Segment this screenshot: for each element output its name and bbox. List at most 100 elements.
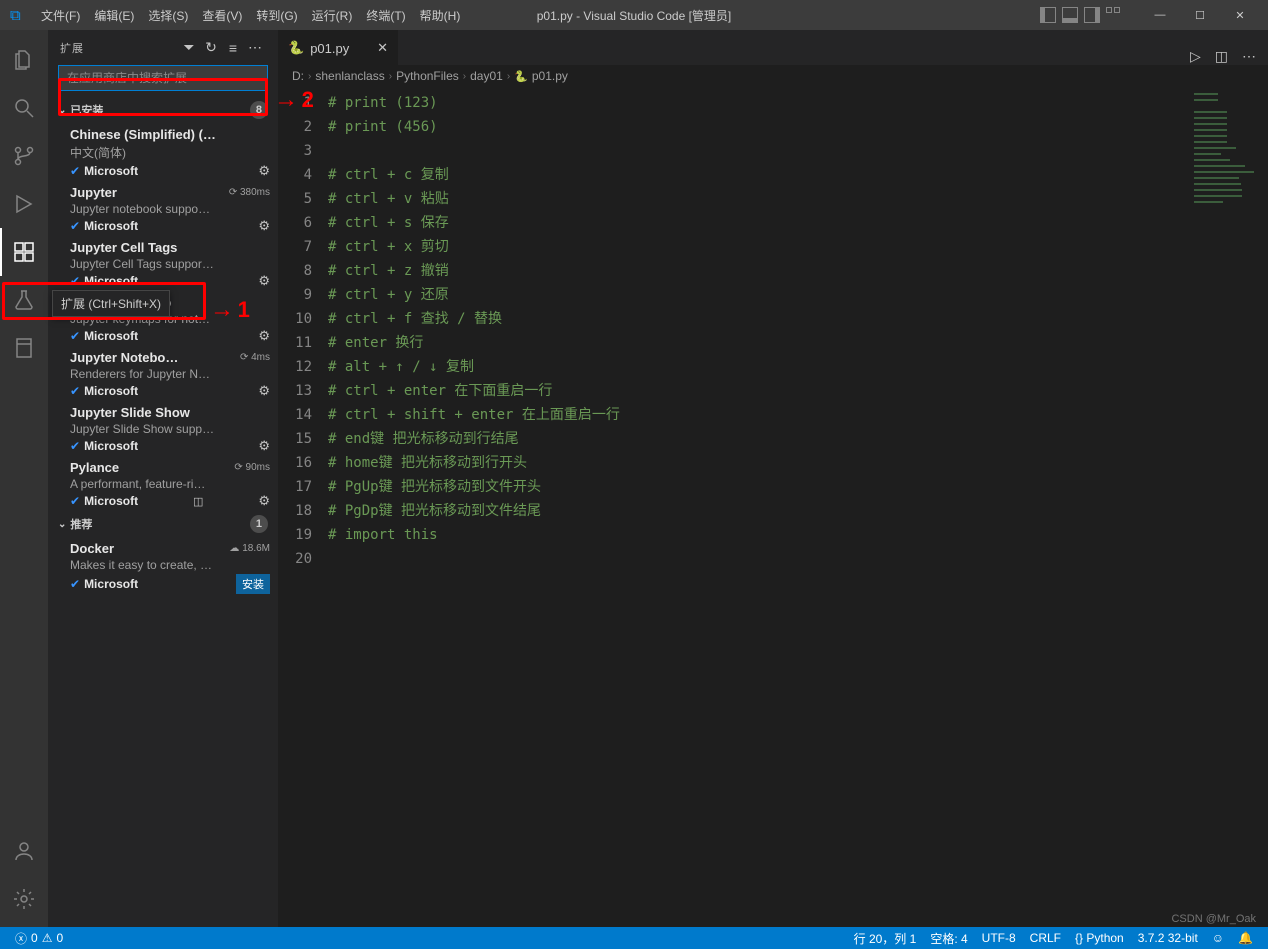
extension-search-input[interactable] bbox=[59, 66, 267, 90]
activity-explorer[interactable] bbox=[0, 36, 48, 84]
editor-actions: ▷ ◫ ⋯ bbox=[1178, 48, 1268, 65]
gear-icon[interactable]: ⚙ bbox=[258, 438, 270, 454]
minimap[interactable] bbox=[1194, 93, 1254, 213]
flask-icon bbox=[12, 288, 36, 312]
status-feedback-icon[interactable]: ☺ bbox=[1205, 930, 1231, 947]
gear-icon[interactable]: ⚙ bbox=[258, 493, 270, 509]
status-cursor[interactable]: 行 20，列 1 bbox=[847, 930, 924, 947]
sidebar-title: 扩展 bbox=[60, 40, 178, 56]
window-close[interactable]: ✕ bbox=[1220, 0, 1260, 30]
line-numbers: 1234567891011121314151617181920 bbox=[278, 87, 328, 927]
extension-item[interactable]: Jupyter ⟳ 380ms Jupyter notebook suppo… … bbox=[48, 181, 278, 236]
extension-item[interactable]: Jupyter Slide Show Jupyter Slide Show su… bbox=[48, 401, 278, 456]
chevron-down-icon: ⌄ bbox=[58, 105, 66, 116]
breadcrumb-item[interactable]: shenlanclass bbox=[315, 69, 384, 83]
more-icon[interactable]: ⋯ bbox=[244, 39, 266, 56]
extension-item[interactable]: Pylance ⟳ 90ms A performant, feature-ri…… bbox=[48, 456, 278, 511]
extension-search-box[interactable] bbox=[58, 65, 268, 91]
verified-icon: ✔ bbox=[70, 577, 80, 591]
menu-go[interactable]: 转到(G) bbox=[249, 7, 304, 24]
extension-list[interactable]: Chinese (Simplified) (… 中文(简体) ✔ Microso… bbox=[48, 123, 278, 927]
extension-desc: A performant, feature-ri… bbox=[70, 477, 270, 491]
refresh-icon[interactable]: ↻ bbox=[200, 39, 222, 56]
extension-name: Pylance bbox=[70, 460, 234, 475]
gear-icon[interactable]: ⚙ bbox=[258, 328, 270, 344]
activity-scm[interactable] bbox=[0, 132, 48, 180]
breadcrumb-item[interactable]: D: bbox=[292, 69, 304, 83]
gear-icon[interactable]: ⚙ bbox=[258, 383, 270, 399]
extension-item[interactable]: Jupyter Cell Tags Jupyter Cell Tags supp… bbox=[48, 236, 278, 291]
activity-jupyter[interactable] bbox=[0, 324, 48, 372]
extension-item[interactable]: Jupyter Notebo… ⟳ 4ms Renderers for Jupy… bbox=[48, 346, 278, 401]
status-notifications-icon[interactable]: 🔔 bbox=[1231, 930, 1260, 947]
menu-file[interactable]: 文件(F) bbox=[34, 7, 87, 24]
status-encoding[interactable]: UTF-8 bbox=[975, 930, 1023, 947]
verified-icon: ✔ bbox=[70, 219, 80, 233]
status-language[interactable]: {} Python bbox=[1068, 930, 1131, 947]
section-installed-header[interactable]: ⌄ 已安装 8 bbox=[48, 97, 278, 123]
python-file-icon: 🐍 bbox=[288, 40, 304, 56]
activity-extensions[interactable] bbox=[0, 228, 48, 276]
activity-run-debug[interactable] bbox=[0, 180, 48, 228]
python-file-icon: 🐍 bbox=[514, 70, 528, 83]
extension-meta: ⟳ 380ms bbox=[229, 187, 270, 198]
section-recommended-label: 推荐 bbox=[70, 516, 92, 532]
gear-icon[interactable]: ⚙ bbox=[258, 163, 270, 179]
verified-icon: ✔ bbox=[70, 164, 80, 178]
extension-item[interactable]: Docker ☁ 18.6M Makes it easy to create, … bbox=[48, 537, 278, 596]
extension-desc: 中文(简体) bbox=[70, 144, 270, 161]
verified-icon: ✔ bbox=[70, 274, 80, 288]
menu-run[interactable]: 运行(R) bbox=[305, 7, 360, 24]
installed-count-badge: 8 bbox=[250, 101, 268, 119]
extensions-sidebar: 扩展 ⏷ ↻ ≡ ⋯ ⌄ 已安装 8 Chinese (Simplified) … bbox=[48, 30, 278, 927]
verified-icon: ✔ bbox=[70, 384, 80, 398]
run-file-icon[interactable]: ▷ bbox=[1190, 48, 1201, 65]
tab-close-icon[interactable]: ✕ bbox=[377, 40, 388, 56]
window-minimize[interactable]: — bbox=[1140, 0, 1180, 30]
extension-desc: Makes it easy to create, … bbox=[70, 558, 270, 572]
extension-desc: Jupyter Slide Show supp… bbox=[70, 422, 270, 436]
menu-terminal[interactable]: 终端(T) bbox=[359, 7, 412, 24]
breadcrumb[interactable]: D:› shenlanclass› PythonFiles› day01› 🐍 … bbox=[278, 65, 1268, 87]
breadcrumb-item[interactable]: day01 bbox=[470, 69, 503, 83]
menu-selection[interactable]: 选择(S) bbox=[141, 7, 195, 24]
status-interpreter[interactable]: 3.7.2 32-bit bbox=[1131, 930, 1205, 947]
status-errors[interactable]: ⓧ0 ⚠0 bbox=[8, 930, 70, 947]
extension-desc: Jupyter Cell Tags suppor… bbox=[70, 257, 270, 271]
toggle-panel-icon[interactable] bbox=[1062, 7, 1078, 23]
status-eol[interactable]: CRLF bbox=[1023, 930, 1068, 947]
section-recommended-header[interactable]: ⌄ 推荐 1 bbox=[48, 511, 278, 537]
tab-p01[interactable]: 🐍 p01.py ✕ bbox=[278, 30, 398, 65]
window-maximize[interactable]: ☐ bbox=[1180, 0, 1220, 30]
activity-settings[interactable] bbox=[0, 875, 48, 923]
customize-layout-icon[interactable] bbox=[1106, 7, 1122, 23]
menu-view[interactable]: 查看(V) bbox=[195, 7, 249, 24]
split-editor-icon[interactable]: ◫ bbox=[1215, 48, 1228, 65]
activity-search[interactable] bbox=[0, 84, 48, 132]
code-content[interactable]: # print (123)# print (456) # ctrl + c 复制… bbox=[328, 87, 1268, 927]
menu-edit[interactable]: 编辑(E) bbox=[87, 7, 141, 24]
editor-tabs: 🐍 p01.py ✕ ▷ ◫ ⋯ bbox=[278, 30, 1268, 65]
status-spaces[interactable]: 空格: 4 bbox=[923, 930, 974, 947]
breadcrumb-item[interactable]: p01.py bbox=[532, 69, 568, 83]
layout-controls bbox=[1040, 7, 1122, 23]
menu-help[interactable]: 帮助(H) bbox=[413, 7, 468, 24]
editor-body[interactable]: 1234567891011121314151617181920 # print … bbox=[278, 87, 1268, 927]
split-icon[interactable]: ◫ bbox=[191, 495, 205, 508]
extension-item[interactable]: Chinese (Simplified) (… 中文(简体) ✔ Microso… bbox=[48, 123, 278, 181]
clear-icon[interactable]: ≡ bbox=[222, 40, 244, 56]
activity-accounts[interactable] bbox=[0, 827, 48, 875]
toggle-secondary-icon[interactable] bbox=[1084, 7, 1100, 23]
toggle-sidebar-icon[interactable] bbox=[1040, 7, 1056, 23]
breadcrumb-item[interactable]: PythonFiles bbox=[396, 69, 459, 83]
vscode-logo-icon: ⧉ bbox=[10, 7, 26, 23]
install-button[interactable]: 安装 bbox=[236, 574, 270, 594]
gear-icon[interactable]: ⚙ bbox=[258, 218, 270, 234]
status-bar: ⓧ0 ⚠0 行 20，列 1 空格: 4 UTF-8 CRLF {} Pytho… bbox=[0, 927, 1268, 949]
gear-icon[interactable]: ⚙ bbox=[258, 273, 270, 289]
activity-testing[interactable] bbox=[0, 276, 48, 324]
extension-meta: ⟳ 4ms bbox=[240, 352, 270, 363]
filter-icon[interactable]: ⏷ bbox=[178, 39, 200, 56]
editor-more-icon[interactable]: ⋯ bbox=[1242, 48, 1256, 65]
extension-name: Docker bbox=[70, 541, 229, 556]
